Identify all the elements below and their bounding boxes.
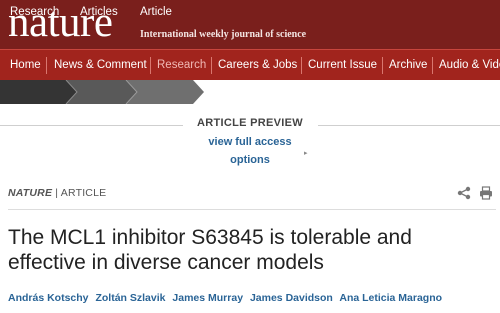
article-title: The MCL1 inhibitor S63845 is tolerable a… — [8, 226, 412, 274]
view-full-access-options-link[interactable]: options — [190, 154, 310, 166]
article-type: ARTICLE — [60, 187, 107, 199]
nav-divider — [382, 57, 383, 74]
author-link[interactable]: James Murray — [172, 292, 243, 304]
view-full-access-link[interactable]: view full access — [190, 136, 310, 148]
nav-divider — [150, 57, 151, 74]
article-meta: NATURE | ARTICLE — [8, 187, 106, 199]
meta-divider — [8, 209, 496, 210]
print-icon[interactable] — [479, 186, 493, 200]
masthead-tagline: International weekly journal of science — [140, 29, 307, 40]
preview-divider-left — [0, 125, 183, 126]
author-link[interactable]: Ana Leticia Maragno — [339, 292, 442, 304]
journal-name[interactable]: NATURE — [8, 187, 52, 199]
nav-item-home[interactable]: Home — [10, 50, 41, 80]
breadcrumb-item-articles[interactable]: Articles — [80, 0, 118, 24]
main-nav: Home News & Comment Research Careers & J… — [0, 49, 500, 80]
nav-item-audio-video[interactable]: Audio & Video — [439, 50, 500, 80]
author-link[interactable]: Zoltán Szlavik — [95, 292, 165, 304]
author-link[interactable]: András Kotschy — [8, 292, 89, 304]
nav-divider — [301, 57, 302, 74]
author-list: András Kotschy Zoltán Szlavik James Murr… — [8, 292, 498, 304]
breadcrumb-background — [0, 80, 204, 104]
article-preview-heading: ARTICLE PREVIEW — [197, 117, 303, 129]
author-link[interactable]: James Davidson — [250, 292, 333, 304]
nav-item-current-issue[interactable]: Current Issue — [308, 50, 377, 80]
nav-divider — [432, 57, 433, 74]
masthead: nature International weekly journal of s… — [0, 0, 500, 49]
nav-item-archive[interactable]: Archive — [389, 50, 427, 80]
arrow-right-icon[interactable]: ▸ — [304, 149, 308, 157]
nav-item-careers-jobs[interactable]: Careers & Jobs — [218, 50, 297, 80]
breadcrumb-item-article: Article — [140, 6, 172, 18]
breadcrumb-item-research[interactable]: Research — [10, 0, 59, 24]
nav-item-research[interactable]: Research — [157, 50, 206, 80]
share-icon[interactable] — [457, 186, 471, 200]
preview-divider-right — [318, 125, 500, 126]
nav-divider — [211, 57, 212, 74]
nav-item-news-comment[interactable]: News & Comment — [54, 50, 147, 80]
meta-separator: | — [55, 187, 59, 199]
nav-divider — [46, 57, 47, 74]
